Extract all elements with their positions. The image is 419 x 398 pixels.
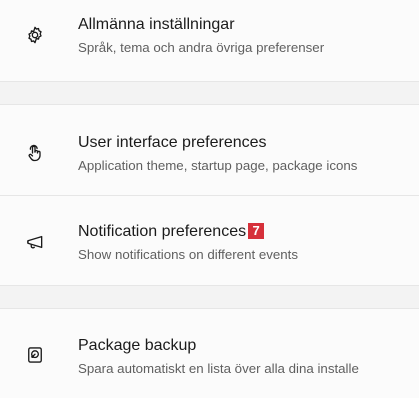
general-settings-card[interactable]: Allmänna inställningar Språk, tema och a…	[0, 0, 419, 82]
backup-disk-icon	[24, 344, 46, 366]
notification-preferences-label: Notification preferences	[78, 223, 247, 240]
ui-preferences-title: User interface preferences	[78, 134, 267, 151]
ui-preferences-card[interactable]: User interface preferences Application t…	[0, 104, 419, 196]
ui-preferences-subtitle: Application theme, startup page, package…	[78, 158, 358, 173]
package-backup-title: Package backup	[78, 337, 197, 354]
megaphone-icon	[24, 231, 46, 253]
touch-pointer-icon	[24, 142, 46, 164]
package-backup-subtitle: Spara automatiskt en lista över alla din…	[78, 361, 359, 376]
notification-count-badge: 7	[248, 223, 265, 239]
gear-icon	[24, 24, 46, 46]
notification-preferences-title: Notification preferences 7	[78, 223, 265, 241]
notification-preferences-subtitle: Show notifications on different events	[78, 247, 299, 262]
general-settings-subtitle: Språk, tema och andra övriga preferenser	[78, 40, 325, 55]
notification-preferences-card[interactable]: Notification preferences 7 Show notificat…	[0, 196, 419, 286]
package-backup-card[interactable]: Package backup Spara automatiskt en list…	[0, 308, 419, 398]
general-settings-title: Allmänna inställningar	[78, 16, 235, 33]
